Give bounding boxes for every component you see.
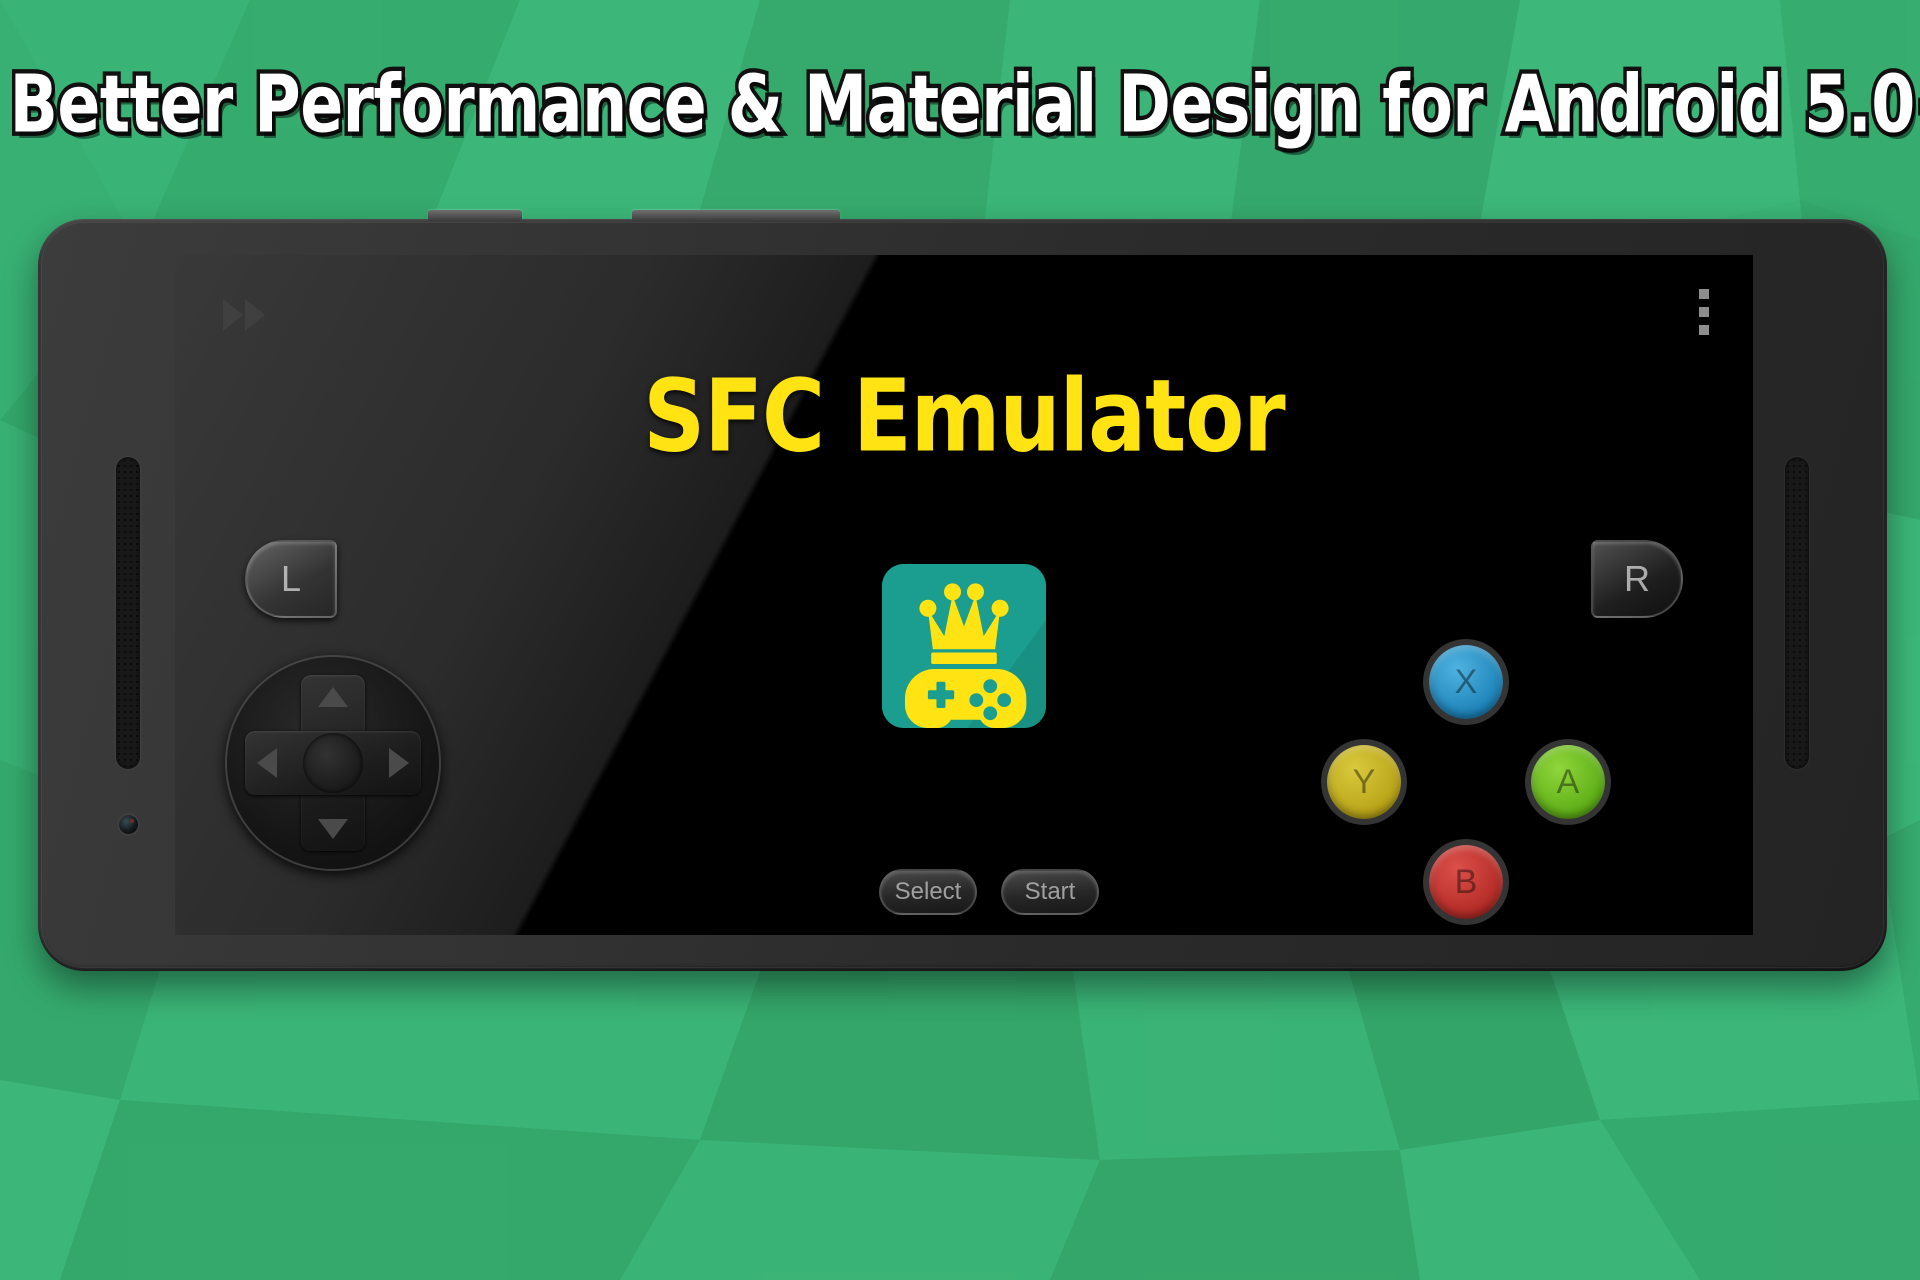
more-vertical-icon[interactable] (1699, 289, 1709, 335)
promo-stage: Better Performance & Material Design for… (0, 0, 1920, 1280)
speaker-grille-left (116, 457, 140, 769)
face-button-a[interactable]: A (1531, 745, 1605, 819)
select-button[interactable]: Select (879, 869, 977, 915)
select-button-label: Select (894, 878, 962, 905)
face-button-b-label: B (1454, 862, 1478, 901)
fast-forward-icon[interactable] (223, 295, 291, 335)
shoulder-button-r[interactable]: R (1591, 540, 1683, 618)
volume-button[interactable] (632, 210, 840, 221)
start-button[interactable]: Start (1001, 869, 1099, 915)
face-button-a-label: A (1556, 762, 1580, 801)
dpad-cross (245, 675, 421, 851)
fast-forward-triangle-2 (245, 299, 265, 331)
menu-dot-3 (1699, 325, 1709, 335)
face-button-x[interactable]: X (1429, 645, 1503, 719)
dpad-left-icon[interactable] (257, 748, 277, 778)
app-title: SFC Emulator (643, 359, 1285, 475)
face-button-y-label: Y (1352, 762, 1376, 801)
shoulder-button-l[interactable]: L (245, 540, 337, 618)
face-button-y[interactable]: Y (1327, 745, 1401, 819)
dpad-right-icon[interactable] (389, 748, 409, 778)
dpad-up-icon[interactable] (318, 687, 348, 707)
speaker-grille-right (1785, 457, 1809, 769)
face-button-b[interactable]: B (1429, 845, 1503, 919)
dpad[interactable] (225, 655, 441, 871)
dpad-hub (303, 733, 363, 793)
power-button[interactable] (428, 210, 522, 221)
fast-forward-triangle-1 (223, 299, 243, 331)
phone-screen: SFC Emulator L R X Y A B Select Start (175, 255, 1753, 935)
face-button-x-label: X (1454, 662, 1478, 701)
promo-headline: Better Performance & Material Design for… (6, 59, 1920, 152)
start-button-label: Start (1024, 878, 1076, 905)
shoulder-button-l-label: L (280, 558, 302, 599)
dpad-down-icon[interactable] (318, 819, 348, 839)
crown-gamepad-glyph (882, 564, 1046, 728)
shoulder-button-r-label: R (1624, 558, 1650, 599)
front-camera (119, 815, 138, 834)
menu-dot-2 (1699, 307, 1709, 317)
phone-device: SFC Emulator L R X Y A B Select Start (38, 210, 1887, 971)
menu-dot-1 (1699, 289, 1709, 299)
crown-gamepad-icon (882, 564, 1046, 728)
